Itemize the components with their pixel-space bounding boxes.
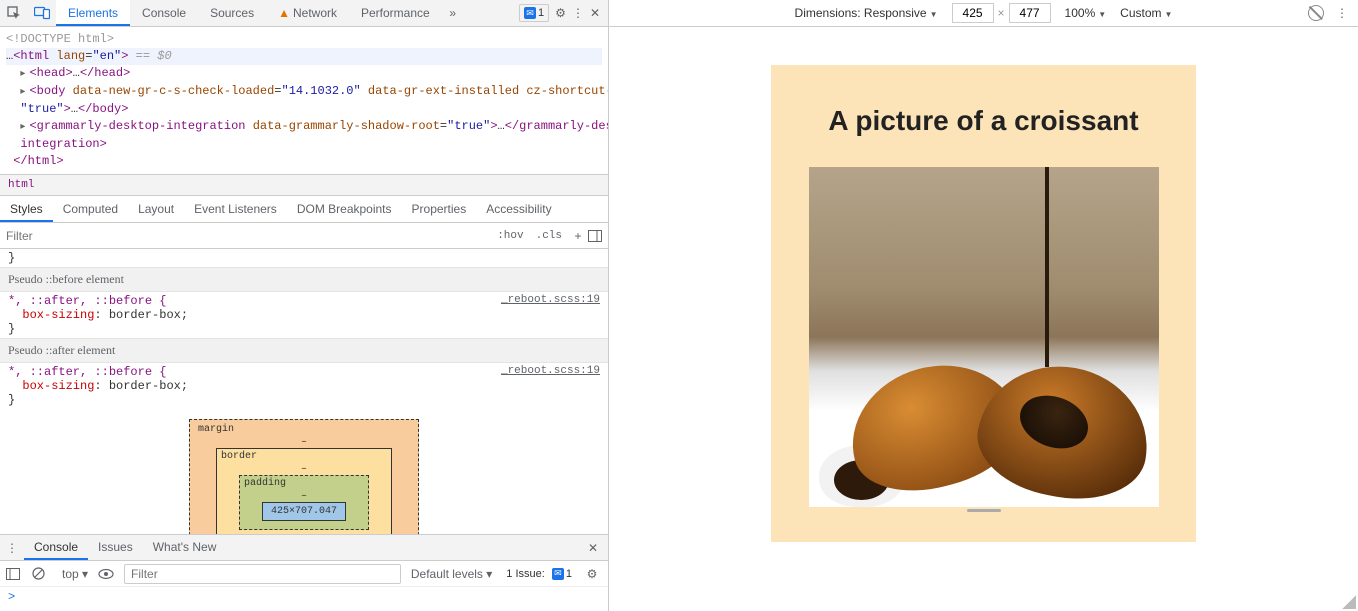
cls-toggle[interactable]: .cls [530,230,568,242]
close-icon[interactable]: ✕ [590,6,600,20]
hov-toggle[interactable]: :hov [491,230,529,242]
inspect-icon[interactable] [0,0,28,26]
css-rule[interactable]: _reboot.scss:19 *, ::after, ::before { b… [0,292,608,338]
live-expression-icon[interactable] [98,568,118,580]
tab-sources[interactable]: Sources [198,0,266,26]
tabs-overflow[interactable]: » [442,6,464,20]
pseudo-after-header: Pseudo ::after element [0,338,608,363]
message-icon: ✉ [524,7,536,19]
croissant-photo [809,167,1159,507]
elements-tree[interactable]: <!DOCTYPE html> …<html lang="en"> == $0 … [0,27,608,174]
preview-kebab-icon[interactable]: ⋮ [1336,6,1348,20]
styles-pane[interactable]: } Pseudo ::before element _reboot.scss:1… [0,249,608,534]
settings-icon[interactable]: ⚙ [555,6,566,20]
tab-styles[interactable]: Styles [0,196,53,222]
css-rule[interactable]: _reboot.scss:19 *, ::after, ::before { b… [0,363,608,409]
breadcrumb[interactable]: html [0,174,608,196]
console-filter-input[interactable] [124,564,401,584]
device-preview: Dimensions: Responsive × 100% Custom ⋮ A… [609,0,1358,611]
drawer-menu-icon[interactable]: ⋮ [0,541,24,555]
tab-elements[interactable]: Elements [56,0,130,26]
styles-filter-input[interactable] [0,224,491,248]
pseudo-before-header: Pseudo ::before element [0,267,608,292]
dim-separator: × [998,6,1005,20]
kebab-icon[interactable]: ⋮ [572,6,584,20]
rule-brace: } [0,249,608,267]
rotate-disabled-icon[interactable] [1308,5,1324,21]
new-style-rule[interactable]: + [568,229,588,243]
preview-toolbar: Dimensions: Responsive × 100% Custom ⋮ [609,0,1358,27]
tab-dom-breakpoints[interactable]: DOM Breakpoints [287,196,402,222]
throttle-selector[interactable]: Custom [1120,6,1172,20]
device-sidebar-icon[interactable] [588,230,608,242]
drawer-tab-console[interactable]: Console [24,535,88,560]
console-settings-icon[interactable]: ⚙ [582,567,602,581]
rule-source-link[interactable]: _reboot.scss:19 [501,294,600,306]
styles-filter-row: :hov .cls + [0,223,608,249]
height-input[interactable] [1009,3,1051,23]
console-sidebar-icon[interactable] [6,568,26,580]
tab-properties[interactable]: Properties [402,196,477,222]
dimensions-selector[interactable]: Dimensions: Responsive [795,6,938,20]
device-toggle-icon[interactable] [28,0,56,26]
issue-icon: ✉ [552,568,564,580]
tab-event-listeners[interactable]: Event Listeners [184,196,287,222]
styles-tabbar: Styles Computed Layout Event Listeners D… [0,196,608,223]
tab-console[interactable]: Console [130,0,198,26]
drawer-tab-whatsnew[interactable]: What's New [143,535,227,560]
console-drawer: ⋮ Console Issues What's New ✕ top ▾ Defa… [0,534,608,611]
console-prompt[interactable]: > [0,587,608,607]
issues-indicator[interactable]: 1 Issue: ✉1 [502,565,576,583]
device-frame[interactable]: A picture of a croissant [771,65,1196,542]
page-title: A picture of a croissant [828,105,1138,137]
warning-icon: ▲ [278,6,290,20]
messages-badge[interactable]: ✉1 [519,4,549,22]
zoom-selector[interactable]: 100% [1065,6,1107,20]
drawer-close-icon[interactable]: ✕ [578,541,608,555]
tab-performance[interactable]: Performance [349,0,442,26]
resize-handle-horizontal[interactable] [771,509,1196,512]
drawer-tab-issues[interactable]: Issues [88,535,143,560]
rule-source-link[interactable]: _reboot.scss:19 [501,365,600,377]
devtools-tabbar: Elements Console Sources ▲Network Perfor… [0,0,608,27]
devtools-panel: Elements Console Sources ▲Network Perfor… [0,0,609,611]
log-levels[interactable]: Default levels ▾ [407,567,496,581]
tab-accessibility[interactable]: Accessibility [476,196,561,222]
tab-computed[interactable]: Computed [53,196,128,222]
clear-console-icon[interactable] [32,567,52,580]
tab-layout[interactable]: Layout [128,196,184,222]
dom-doctype: <!DOCTYPE html> [6,32,114,46]
box-model: margin– border– padding– 425×707.047 [0,409,608,534]
context-selector[interactable]: top ▾ [58,567,92,581]
resize-grip-icon[interactable] [1342,595,1356,609]
tab-network[interactable]: ▲Network [266,0,349,26]
box-model-content: 425×707.047 [262,502,346,521]
preview-canvas[interactable]: A picture of a croissant [609,27,1358,611]
width-input[interactable] [952,3,994,23]
